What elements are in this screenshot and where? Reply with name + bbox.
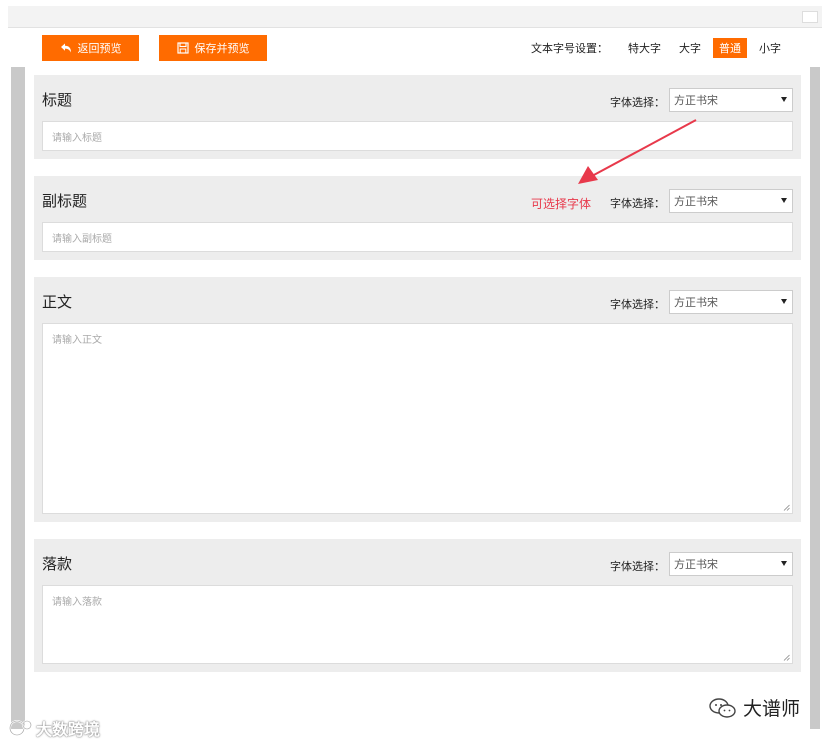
font-select[interactable]: 方正书宋: [669, 88, 793, 112]
watermark-right-text: 大谱师: [743, 698, 801, 720]
signature-textarea-placeholder: 请输入落款: [52, 597, 102, 608]
font-select-label: 字体选择：: [610, 197, 665, 210]
body-textarea-placeholder: 请输入正文: [52, 335, 102, 346]
save-and-preview-button[interactable]: 保存并预览: [159, 35, 267, 61]
save-and-preview-label: 保存并预览: [194, 43, 250, 55]
signature-textarea[interactable]: 请输入落款: [42, 585, 793, 664]
section-heading: 正文: [42, 293, 73, 311]
chevron-down-icon: [781, 97, 787, 102]
subtitle-input[interactable]: 请输入副标题: [42, 222, 793, 252]
font-select[interactable]: 方正书宋: [669, 189, 793, 213]
size-option-extra-large[interactable]: 特大字: [622, 38, 667, 58]
title-input-placeholder: 请输入标题: [52, 132, 102, 144]
wechat-icon: [709, 697, 736, 718]
resize-grip-icon[interactable]: [783, 654, 790, 661]
chevron-down-icon: [781, 299, 787, 304]
font-size-settings: 文本字号设置： 特大字 大字 普通 小字: [531, 38, 793, 58]
resize-grip-icon[interactable]: [783, 504, 790, 511]
back-to-preview-label: 返回预览: [77, 43, 122, 55]
brand-logo-icon: [9, 720, 32, 736]
font-size-label: 文本字号设置：: [531, 42, 608, 55]
watermark-left: 大数跨境: [8, 716, 100, 740]
font-select-label: 字体选择：: [610, 298, 665, 311]
window-corner-control[interactable]: [802, 11, 818, 23]
section-heading: 落款: [42, 555, 73, 573]
font-select-value: 方正书宋: [674, 94, 718, 107]
right-gutter: [810, 67, 820, 729]
chevron-down-icon: [781, 561, 787, 566]
chevron-down-icon: [781, 198, 787, 203]
signature-section: 落款 字体选择： 方正书宋 请输入落款: [34, 539, 801, 672]
body-textarea[interactable]: 请输入正文: [42, 323, 793, 514]
font-select-label: 字体选择：: [610, 96, 665, 109]
size-option-large[interactable]: 大字: [673, 38, 707, 58]
font-select-label: 字体选择：: [610, 560, 665, 573]
font-select[interactable]: 方正书宋: [669, 552, 793, 576]
annotation-label: 可选择字体: [531, 197, 592, 211]
watermark-right: 大谱师: [709, 694, 800, 721]
font-select-value: 方正书宋: [674, 296, 718, 309]
undo-arrow-icon: [60, 43, 72, 54]
section-heading: 标题: [42, 91, 73, 109]
save-icon: [176, 42, 189, 54]
body-section: 正文 字体选择： 方正书宋 请输入正文: [34, 277, 801, 522]
size-option-normal[interactable]: 普通: [713, 38, 747, 58]
font-select-value: 方正书宋: [674, 558, 718, 571]
editor-toolbar: 返回预览 保存并预览 文本字号设置： 特大字 大字 普通 小字: [11, 28, 820, 67]
annotation-arrow-icon: [578, 119, 697, 184]
size-option-small[interactable]: 小字: [753, 38, 787, 58]
left-gutter: [11, 67, 25, 729]
section-heading: 副标题: [42, 192, 88, 210]
font-select-value: 方正书宋: [674, 195, 718, 208]
font-select[interactable]: 方正书宋: [669, 290, 793, 314]
back-to-preview-button[interactable]: 返回预览: [42, 35, 139, 61]
subtitle-section: 副标题 字体选择： 方正书宋 请输入副标题: [34, 176, 801, 260]
window-top-strip: [8, 6, 822, 28]
subtitle-input-placeholder: 请输入副标题: [52, 233, 112, 245]
watermark-left-text: 大数跨境: [36, 720, 101, 739]
